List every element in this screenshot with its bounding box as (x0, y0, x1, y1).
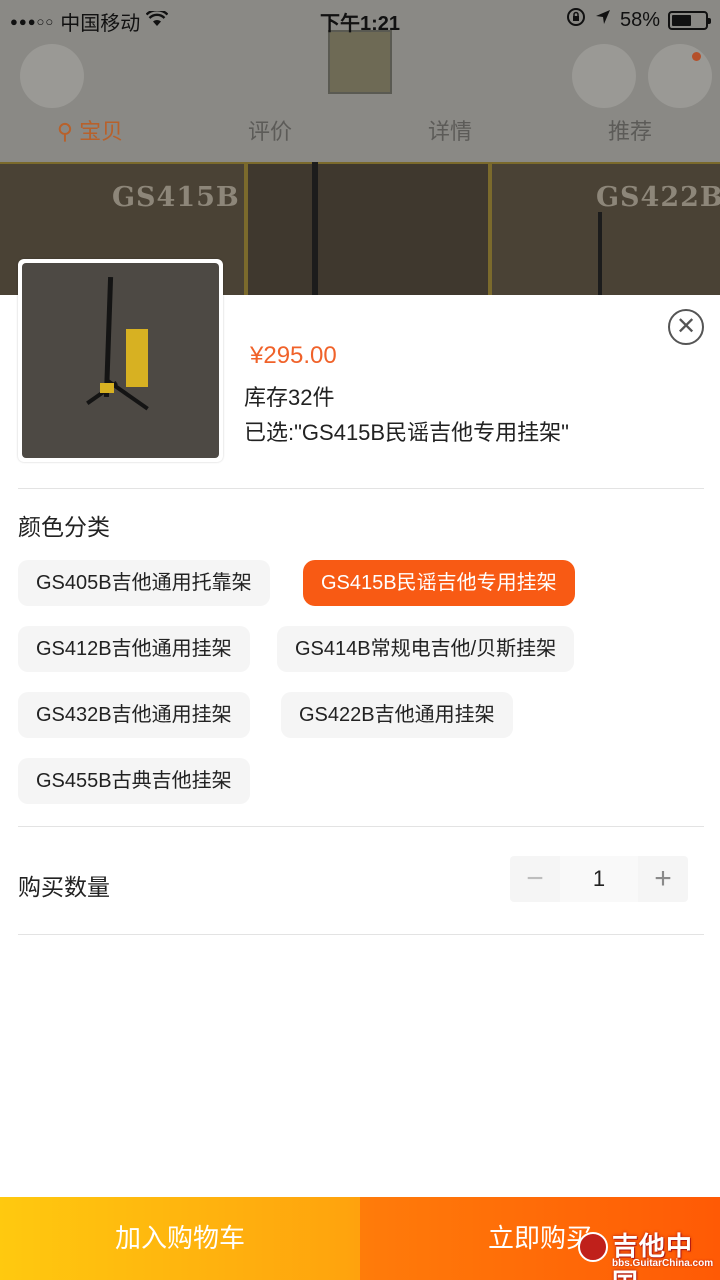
quantity-value[interactable]: 1 (560, 856, 638, 902)
more-icon (648, 44, 712, 108)
guitarchina-logo-icon (578, 1232, 608, 1262)
packaging-box (126, 329, 148, 387)
battery-fill (672, 14, 691, 26)
price: ¥295.00 (250, 342, 337, 369)
option-gs432b[interactable]: GS432B吉他通用挂架 (18, 692, 250, 738)
stock-count: 库存32件 (244, 385, 335, 410)
option-gs414b[interactable]: GS414B常规电吉他/贝斯挂架 (277, 626, 575, 672)
back-icon (20, 44, 84, 108)
banner-label-gs415b: GS415B (112, 182, 240, 213)
battery-percent: 58% (619, 8, 660, 31)
divider (18, 488, 704, 489)
close-button[interactable]: ✕ (668, 309, 704, 345)
tab-recommend: 推荐 (540, 110, 720, 154)
stand-yellow-accent (100, 383, 114, 393)
add-to-cart-button[interactable]: 加入购物车 (0, 1197, 360, 1280)
share-icon (572, 44, 636, 108)
background-page: ⚲ 宝贝 评价 详情 推荐 GS415B GS422B (0, 0, 720, 300)
location-pin-icon: ⚲ (56, 119, 73, 144)
decrease-quantity-button[interactable]: − (510, 856, 560, 902)
banner-panel-2 (246, 162, 490, 300)
watermark-text: 吉他中国 (612, 1231, 694, 1280)
divider (18, 934, 704, 935)
banner-stand-pole (312, 162, 318, 300)
background-tabs: ⚲ 宝贝 评价 详情 推荐 (0, 110, 720, 154)
color-category-title: 颜色分类 (18, 514, 110, 540)
banner-label-gs422b: GS422B (596, 182, 720, 213)
tab-baobei: ⚲ 宝贝 (0, 110, 180, 154)
selected-option-text: 已选:"GS415B民谣吉他专用挂架" (244, 420, 569, 445)
option-gs455b[interactable]: GS455B古典吉他挂架 (18, 758, 250, 804)
banner-stand-pole-2 (598, 212, 602, 300)
status-bar: ●●●○○ 中国移动 下午1:21 58% (0, 0, 720, 38)
sku-product-image[interactable] (18, 259, 223, 462)
tab-reviews-label: 评价 (247, 119, 292, 144)
battery-icon (668, 10, 711, 30)
tab-details-label: 详情 (427, 119, 472, 144)
watermark-url: bbs.GuitarChina.com (612, 1258, 714, 1269)
option-gs415b-selected[interactable]: GS415B民谣吉他专用挂架 (303, 560, 575, 606)
option-gs422b[interactable]: GS422B吉他通用挂架 (281, 692, 513, 738)
tab-recommend-label: 推荐 (607, 119, 652, 144)
option-gs405b[interactable]: GS405B吉他通用托靠架 (18, 560, 270, 606)
tab-details: 详情 (360, 110, 540, 154)
option-gs412b[interactable]: GS412B吉他通用挂架 (18, 626, 250, 672)
rotation-lock-icon (566, 7, 586, 33)
quantity-label: 购买数量 (18, 874, 110, 900)
site-watermark: 吉他中国 bbs.GuitarChina.com (578, 1224, 718, 1280)
increase-quantity-button[interactable]: + (638, 856, 688, 902)
status-right: 58% (566, 7, 711, 33)
quantity-stepper: − 1 + (510, 856, 688, 902)
background-product-thumbnail (328, 30, 392, 94)
notification-dot (692, 52, 701, 61)
divider (18, 826, 704, 827)
tab-reviews: 评价 (180, 110, 360, 154)
tab-baobei-label: 宝贝 (79, 119, 124, 144)
guitar-stand-photo (22, 263, 219, 458)
location-arrow-icon (594, 8, 612, 32)
close-icon: ✕ (675, 313, 697, 340)
